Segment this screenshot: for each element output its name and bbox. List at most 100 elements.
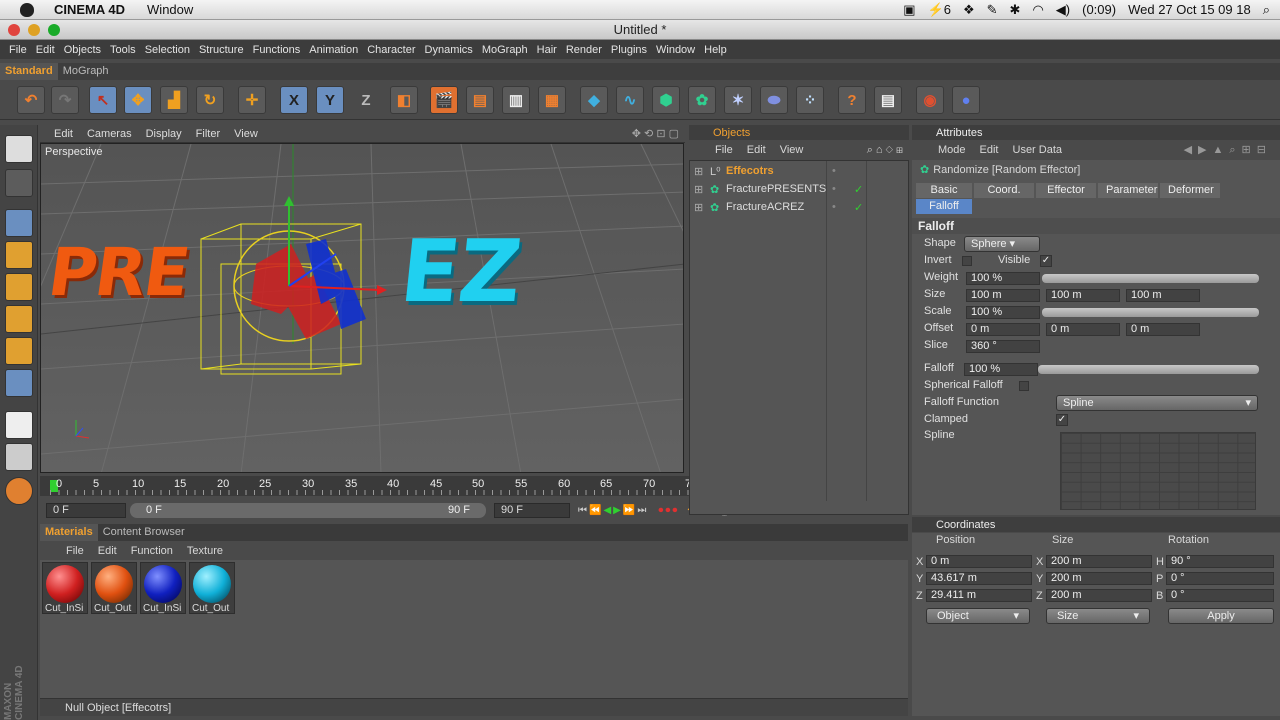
perspective-viewport[interactable]: PRE EZ Perspective xyxy=(40,143,684,473)
object-row-fracture-presents[interactable]: ⊞ ✿ FracturePRESENTS • ✓ xyxy=(690,181,908,199)
attributes-menu-edit[interactable]: Edit xyxy=(980,144,999,156)
coord-mode-dropdown[interactable]: Object ▾ xyxy=(926,608,1030,624)
edges-mode-icon[interactable] xyxy=(5,305,33,333)
scale-slider[interactable] xyxy=(1042,308,1259,317)
menu-objects[interactable]: Objects xyxy=(64,44,101,56)
mac-window-menu[interactable]: Window xyxy=(147,2,193,17)
spline-graph[interactable] xyxy=(1060,432,1256,510)
y-axis-lock-button[interactable]: Y xyxy=(316,86,344,114)
wrench-icon[interactable]: ✎ xyxy=(987,2,998,18)
tab-content-browser[interactable]: Content Browser xyxy=(98,524,190,541)
slice-input[interactable]: 360 ° xyxy=(966,340,1040,353)
x-axis-lock-button[interactable]: X xyxy=(280,86,308,114)
autokey-icon[interactable]: ⏺ xyxy=(665,505,670,516)
size-x-input[interactable]: 100 m xyxy=(966,289,1040,302)
visibility-dots[interactable]: • xyxy=(832,165,836,177)
menu-animation[interactable]: Animation xyxy=(309,44,358,56)
falloff-slider[interactable] xyxy=(1038,365,1259,374)
deformer-icon[interactable]: ✶ xyxy=(724,86,752,114)
object-row-fracture-acrez[interactable]: ⊞ ✿ FractureACREZ • ✓ xyxy=(690,199,908,217)
polygons-mode-icon[interactable] xyxy=(5,337,33,365)
start-frame-field[interactable]: 0 F xyxy=(46,503,126,518)
size-z-coord-input[interactable]: 200 m xyxy=(1046,589,1152,602)
tab-mograph-layout[interactable]: MoGraph xyxy=(58,63,114,80)
viewport-menu-edit[interactable]: Edit xyxy=(54,128,73,140)
object-mode-icon[interactable] xyxy=(5,209,33,237)
object-name[interactable]: FractureACREZ xyxy=(726,201,804,213)
shape-dropdown[interactable]: Sphere ▾ xyxy=(964,236,1040,252)
material-swatch[interactable]: Cut_Out xyxy=(189,562,235,614)
keyframe-selection-icon[interactable]: ⏺ xyxy=(672,505,677,516)
points-mode-icon[interactable] xyxy=(5,273,33,301)
layout-icon[interactable] xyxy=(5,135,33,163)
effector-gizmo[interactable] xyxy=(41,144,684,473)
menu-hair[interactable]: Hair xyxy=(537,44,557,56)
bluetooth-icon[interactable]: ✱ xyxy=(1010,2,1021,18)
go-to-start-icon[interactable]: ⏮ xyxy=(578,505,587,516)
object-row-effectors[interactable]: ⊞ L⁰ Effecotrs • xyxy=(690,163,908,181)
viewport-menu-display[interactable]: Display xyxy=(146,128,182,140)
objects-search-icons[interactable]: ⌕ ⌂ ⬦ ⊞ xyxy=(867,144,903,157)
menu-help[interactable]: Help xyxy=(704,44,727,56)
help-icon[interactable]: ? xyxy=(838,86,866,114)
objects-menu-view[interactable]: View xyxy=(780,144,804,156)
viewport-nav-icons[interactable]: ✥ ⟲ ⊡ ▢ xyxy=(632,127,679,140)
tab-standard-layout[interactable]: Standard xyxy=(0,63,58,80)
volume-icon[interactable]: ◀) xyxy=(1056,2,1070,18)
wifi-icon[interactable]: ◠ xyxy=(1032,2,1043,18)
spline-icon[interactable]: ∿ xyxy=(616,86,644,114)
visibility-dots[interactable]: • xyxy=(832,201,836,213)
play-backward-icon[interactable]: ◀ xyxy=(603,505,611,516)
render-region-icon[interactable]: ▤ xyxy=(466,86,494,114)
pos-y-input[interactable]: 43.617 m xyxy=(926,572,1032,585)
material-menu-file[interactable]: File xyxy=(66,545,84,557)
material-menu-function[interactable]: Function xyxy=(131,545,173,557)
menu-structure[interactable]: Structure xyxy=(199,44,244,56)
tab-parameter[interactable]: Parameter xyxy=(1098,183,1158,198)
coordinate-system-icon[interactable]: ◧ xyxy=(390,86,418,114)
tab-deformer[interactable]: Deformer xyxy=(1160,183,1220,198)
close-window-icon[interactable] xyxy=(8,24,20,36)
falloff-function-dropdown[interactable]: Spline ▾ xyxy=(1056,395,1258,411)
character-icon[interactable] xyxy=(5,477,33,505)
menu-selection[interactable]: Selection xyxy=(145,44,190,56)
menu-edit[interactable]: Edit xyxy=(36,44,55,56)
menu-functions[interactable]: Functions xyxy=(253,44,301,56)
viewport-menu-view[interactable]: View xyxy=(234,128,258,140)
enabled-check-icon[interactable]: ✓ xyxy=(854,201,863,214)
invert-checkbox[interactable] xyxy=(962,256,972,266)
attributes-nav-icons[interactable]: ◀▶▲⌕⊞⊟ xyxy=(1184,143,1272,157)
apple-icon[interactable] xyxy=(20,2,34,17)
play-forward-icon[interactable]: ▶ xyxy=(613,505,621,516)
prev-key-icon[interactable]: ⏪ xyxy=(589,505,601,516)
expand-icon[interactable]: ⊞ xyxy=(694,201,703,214)
size-z-input[interactable]: 100 m xyxy=(1126,289,1200,302)
menu-character[interactable]: Character xyxy=(367,44,415,56)
expand-icon[interactable]: ⊞ xyxy=(694,165,703,178)
undo-icon[interactable]: ↶ xyxy=(17,86,45,114)
recent-tool-icon[interactable]: ✛ xyxy=(238,86,266,114)
visible-checkbox[interactable]: ✓ xyxy=(1040,255,1052,267)
falloff-input[interactable]: 100 % xyxy=(964,363,1038,376)
clamped-checkbox[interactable]: ✓ xyxy=(1056,414,1068,426)
offset-x-input[interactable]: 0 m xyxy=(966,323,1040,336)
tab-falloff[interactable]: Falloff xyxy=(916,199,972,214)
go-to-end-icon[interactable]: ⏭ xyxy=(637,505,646,516)
live-selection-icon[interactable]: ↖ xyxy=(89,86,117,114)
size-y-input[interactable]: 100 m xyxy=(1046,289,1120,302)
offset-z-input[interactable]: 0 m xyxy=(1126,323,1200,336)
menu-dynamics[interactable]: Dynamics xyxy=(425,44,473,56)
minimize-window-icon[interactable] xyxy=(28,24,40,36)
menu-window[interactable]: Window xyxy=(656,44,695,56)
snap-icon[interactable] xyxy=(5,443,33,471)
end-frame-field[interactable]: 90 F xyxy=(494,503,570,518)
material-menu-texture[interactable]: Texture xyxy=(187,545,223,557)
enabled-check-icon[interactable]: ✓ xyxy=(854,183,863,196)
environment-icon[interactable]: ⬬ xyxy=(760,86,788,114)
render-picture-viewer-icon[interactable]: ▥ xyxy=(502,86,530,114)
viewport-menu-cameras[interactable]: Cameras xyxy=(87,128,132,140)
material-swatch[interactable]: Cut_InSi xyxy=(140,562,186,614)
scale-input[interactable]: 100 % xyxy=(966,306,1040,319)
battery-status[interactable]: (0:09) xyxy=(1082,2,1116,18)
z-axis-lock-button[interactable]: Z xyxy=(352,86,380,114)
